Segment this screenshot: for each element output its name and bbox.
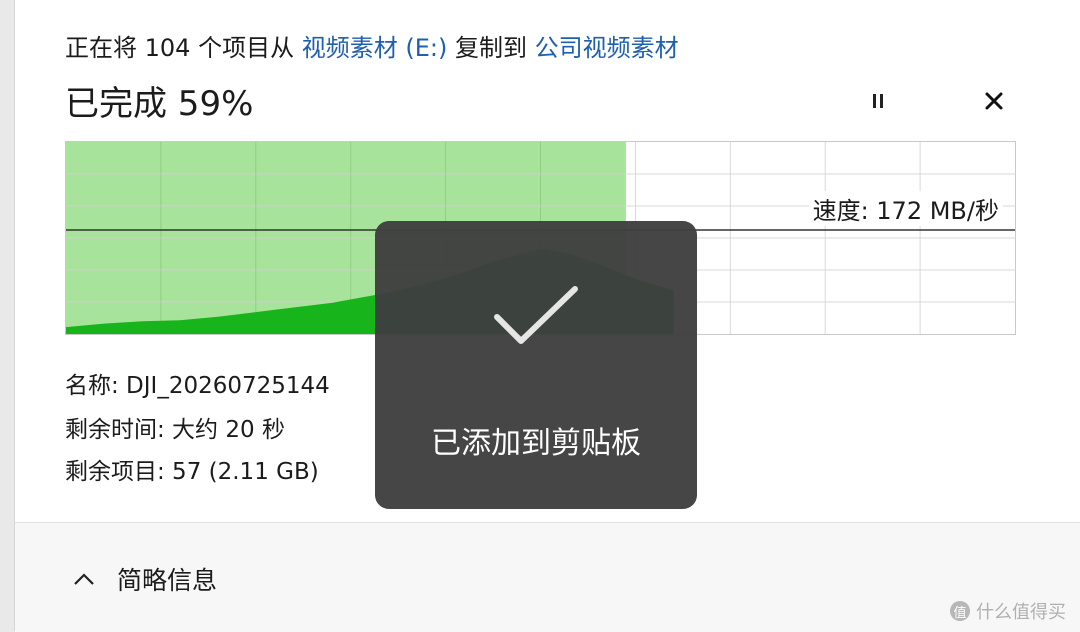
checkmark-icon [494,286,578,344]
toast-message: 已添加到剪贴板 [431,426,641,461]
fewer-details-label: 简略信息 [117,566,218,595]
copy-description-prefix: 正在将 104 个项目从 [65,34,302,62]
fewer-details-button[interactable]: 简略信息 [73,561,217,597]
source-link[interactable]: 视频素材 (E:) [302,34,448,62]
watermark: 值 什么值得买 [950,598,1066,624]
cancel-button[interactable] [977,84,1011,118]
watermark-text: 什么值得买 [976,602,1066,623]
chevron-up-icon [74,573,94,585]
clipboard-toast: 已添加到剪贴板 [375,221,697,509]
file-name: 名称: DJI_20260725144 [65,373,330,399]
percent-complete: 已完成 59% [65,84,254,124]
time-remaining: 剩余时间: 大约 20 秒 [65,417,285,443]
destination-link[interactable]: 公司视频素材 [535,34,679,62]
speed-label: 速度: 172 MB/秒 [808,191,1003,226]
close-icon [985,92,1003,110]
copy-description-middle: 复制到 [447,34,535,62]
items-remaining: 剩余项目: 57 (2.11 GB) [65,459,319,485]
dialog-footer: 简略信息 [15,522,1080,632]
pause-icon [871,94,885,108]
copy-description: 正在将 104 个项目从 视频素材 (E:) 复制到 公司视频素材 [65,28,679,63]
watermark-badge: 值 [950,601,970,621]
pause-button[interactable] [861,84,895,118]
